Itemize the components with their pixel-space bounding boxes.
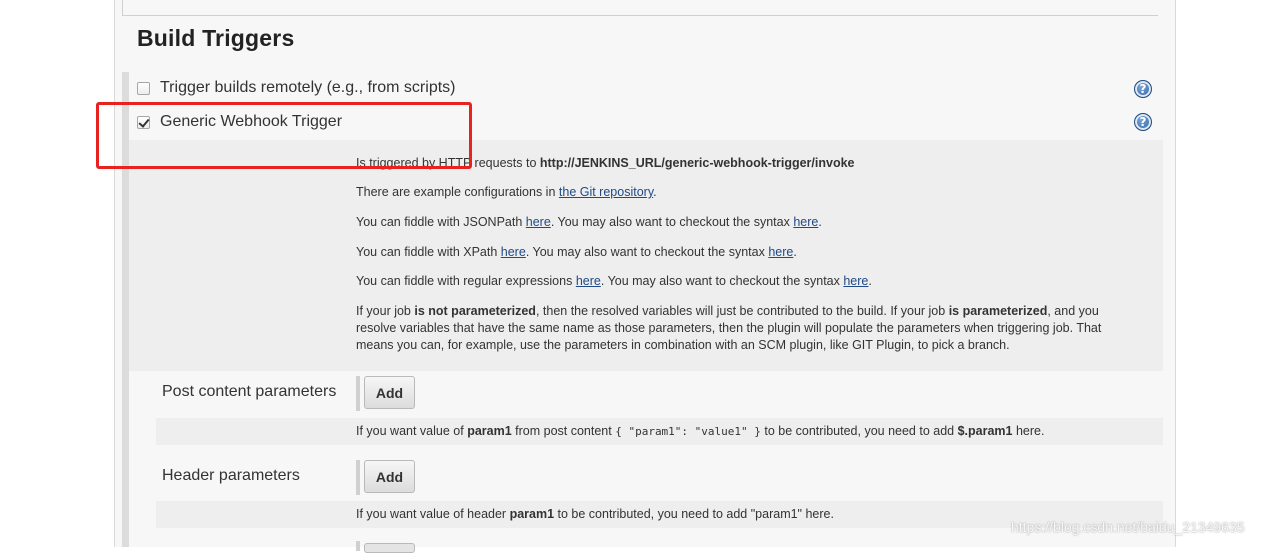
help-line-examples: There are example configurations in the … — [356, 185, 657, 199]
section-title: Build Triggers — [137, 25, 295, 51]
post-content-hint: If you want value of param1 from post co… — [356, 424, 1045, 438]
help-paragraph-parameters: If your job is not parameterized, then t… — [356, 304, 1102, 352]
help-icon[interactable]: ? — [1134, 113, 1152, 131]
xpath-syntax-link[interactable]: here — [768, 245, 793, 259]
watermark: https://blog.csdn.net/baidu_21349635 — [1011, 519, 1245, 535]
trigger-remote-checkbox[interactable] — [137, 81, 150, 95]
header-params-add-group: Add — [356, 460, 415, 495]
help-line-xpath: You can fiddle with XPath here. You may … — [356, 245, 797, 259]
endpoint-url: http://JENKINS_URL/generic-webhook-trigg… — [539, 156, 855, 170]
help-line-regex: You can fiddle with regular expressions … — [356, 274, 872, 288]
post-content-add-group: Add — [356, 376, 415, 411]
header-params-add-button[interactable]: Add — [364, 460, 415, 493]
jsonpath-fiddle-link[interactable]: here — [526, 215, 551, 229]
regex-fiddle-link[interactable]: here — [576, 274, 601, 288]
git-repository-link[interactable]: the Git repository — [559, 185, 653, 199]
xpath-fiddle-link[interactable]: here — [501, 245, 526, 259]
regex-syntax-link[interactable]: here — [843, 274, 868, 288]
header-params-row — [156, 457, 1128, 498]
trigger-remote-label[interactable]: Trigger builds remotely (e.g., from scri… — [160, 79, 455, 97]
jsonpath-syntax-link[interactable]: here — [793, 215, 818, 229]
previous-section-edge — [122, 0, 1158, 16]
help-icon[interactable]: ? — [1134, 80, 1152, 98]
next-add-button[interactable] — [364, 543, 415, 553]
help-line-jsonpath: You can fiddle with JSONPath here. You m… — [356, 215, 822, 229]
trigger-remote-row[interactable]: Trigger builds remotely (e.g., from scri… — [137, 76, 455, 100]
post-content-add-button[interactable]: Add — [364, 376, 415, 409]
post-content-label: Post content parameters — [162, 383, 337, 400]
header-params-label: Header parameters — [162, 467, 300, 484]
highlight-annotation — [96, 102, 472, 169]
